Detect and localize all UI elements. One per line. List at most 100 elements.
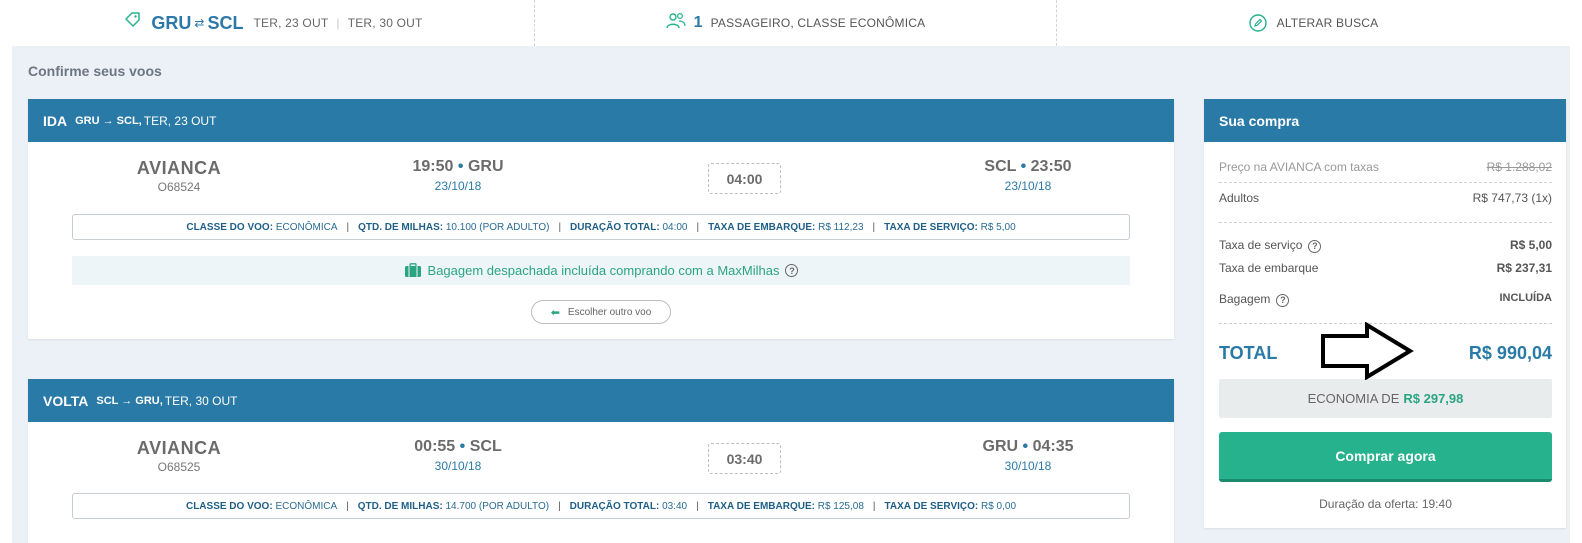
search-dates: TER, 23 OUT | TER, 30 OUT [253, 16, 423, 30]
swap-icon: ⇄ [194, 16, 205, 30]
total-duration-value: 03:40 [662, 500, 688, 512]
suitcase-icon [404, 263, 421, 277]
origin-code: GRU [151, 12, 192, 33]
outbound-flight-card: IDA GRU → SCL, TER, 23 OUT AVIANCA O6852… [28, 99, 1174, 339]
arrival-block: GRU • 04:35 30/10/18 [973, 438, 1083, 473]
destination-code: SCL [207, 12, 244, 33]
flight-number: O68525 [157, 460, 201, 474]
baggage-value: INCLUÍDA [1499, 292, 1552, 304]
buy-now-button[interactable]: Comprar agora [1219, 432, 1552, 482]
pencil-icon [1248, 14, 1267, 32]
flight-details-row: AVIANCA O68525 00:55 • SCL 30/10/18 03:4… [28, 422, 1174, 488]
airline-price-value: R$ 1.288,02 [1486, 160, 1552, 174]
total-label: TOTAL [1219, 343, 1278, 363]
boarding-tax-label: TAXA DE EMBARQUE: [708, 221, 816, 233]
purchase-summary: Sua compra Preço na AVIANCA com taxas R$… [1204, 99, 1566, 528]
airline-block: AVIANCA O68524 [124, 158, 234, 194]
passengers-count: 1 [693, 14, 703, 31]
flight-date: TER, 23 OUT [143, 113, 217, 128]
ticket-icon [125, 12, 141, 27]
departure-block: 19:50 • GRU 23/10/18 [398, 158, 518, 193]
edit-search-label: ALTERAR BUSCA [1276, 16, 1379, 30]
airline-name: AVIANCA [136, 158, 222, 178]
direction-label: IDA [43, 112, 68, 129]
arrival-date: 23/10/18 [1004, 179, 1052, 193]
passengers-icon [665, 12, 686, 29]
class-label: CLASSE DO VOO: [186, 221, 274, 233]
right-arrow-icon [1321, 322, 1414, 380]
baggage-row: Bagagem? INCLUÍDA [1219, 292, 1552, 307]
departure-date: 23/10/18 [434, 179, 482, 193]
departure-time: 19:50 [412, 158, 454, 175]
miles-value: 14.700 (POR ADULTO) [445, 500, 550, 512]
class-label: CLASSE DO VOO: [185, 500, 273, 512]
savings-badge: ECONOMIA DE R$ 297,98 [1219, 379, 1552, 418]
page-title: Confirme seus voos [28, 63, 162, 79]
departure-time: 00:55 [414, 438, 456, 455]
airline-name: AVIANCA [136, 438, 222, 458]
offer-duration: Duração da oferta: 19:40 [1319, 497, 1452, 511]
departure-block: 00:55 • SCL 30/10/18 [398, 438, 518, 473]
search-summary-bar: GRU ⇄ SCL TER, 23 OUT | TER, 30 OUT 1 PASS… [12, 0, 1570, 46]
direction-label: VOLTA [43, 392, 89, 409]
service-tax-label: TAXA DE SERVIÇO: [884, 221, 978, 233]
baggage-text: Bagagem despachada incluída comprando co… [427, 263, 780, 278]
return-flight-card: VOLTA SCL → GRU, TER, 30 OUT AVIANCA O68… [28, 379, 1174, 543]
flight-info-bar: CLASSE DO VOO: ECONÔMICA | QTD. DE MILHA… [72, 214, 1130, 240]
flight-details-row: AVIANCA O68524 19:50 • GRU 23/10/18 04:0… [28, 142, 1174, 208]
arrival-block: SCL • 23:50 23/10/18 [973, 158, 1083, 193]
arrival-time: 23:50 [1030, 158, 1072, 175]
service-tax-row: Taxa de serviço? R$ 5,00 [1219, 238, 1552, 253]
service-tax-label: Taxa de serviço [1219, 238, 1303, 252]
departure-airport: SCL [469, 438, 502, 455]
adults-label: Adultos [1219, 191, 1260, 205]
route-label: GRU → SCL, [75, 114, 142, 127]
passengers-text: PASSAGEIRO, CLASSE ECONÔMICA [710, 16, 926, 30]
route-segment: GRU ⇄ SCL TER, 23 OUT | TER, 30 OUT [12, 0, 535, 46]
choose-other-flight-label: Escolher outro voo [567, 306, 652, 318]
total-value: R$ 990,04 [1468, 343, 1552, 363]
route-label: SCL → GRU, [96, 394, 163, 407]
arrival-time: 04:35 [1032, 438, 1074, 455]
flight-info-bar: CLASSE DO VOO: ECONÔMICA | QTD. DE MILHA… [72, 493, 1130, 519]
outbound-card-header: IDA GRU → SCL, TER, 23 OUT [28, 99, 1174, 142]
boarding-tax-label: Taxa de embarque [1219, 261, 1319, 275]
class-value: ECONÔMICA [275, 221, 338, 233]
savings-label: ECONOMIA DE [1307, 391, 1400, 406]
airline-price-row: Preço na AVIANCA com taxas R$ 1.288,02 [1219, 160, 1552, 174]
help-icon[interactable]: ? [785, 264, 799, 277]
choose-other-flight-button[interactable]: ⬅ Escolher outro voo [531, 300, 671, 324]
edit-search-button[interactable]: ALTERAR BUSCA [1057, 0, 1570, 46]
boarding-tax-value: R$ 112,23 [818, 221, 864, 233]
duration-badge: 04:00 [708, 163, 781, 194]
service-tax-value: R$ 5,00 [1509, 238, 1552, 252]
baggage-info-bar: Bagagem despachada incluída comprando co… [72, 256, 1130, 285]
arrival-airport: SCL [984, 158, 1017, 175]
arrival-airport: GRU [982, 438, 1019, 455]
total-duration-value: 04:00 [662, 221, 688, 233]
miles-value: 10.100 (POR ADULTO) [445, 221, 550, 233]
total-duration-label: DURAÇÃO TOTAL: [570, 221, 660, 233]
boarding-tax-row: Taxa de embarque R$ 237,31 [1219, 261, 1552, 275]
boarding-tax-value: R$ 237,31 [1496, 261, 1552, 275]
miles-label: QTD. DE MILHAS: [357, 500, 443, 512]
boarding-tax-value: R$ 125,08 [817, 500, 864, 512]
arrival-date: 30/10/18 [1004, 459, 1052, 473]
boarding-tax-label: TAXA DE EMBARQUE: [707, 500, 815, 512]
help-icon[interactable]: ? [1308, 239, 1322, 253]
return-card-header: VOLTA SCL → GRU, TER, 30 OUT [28, 379, 1174, 422]
miles-label: QTD. DE MILHAS: [358, 221, 444, 233]
help-icon[interactable]: ? [1276, 293, 1290, 307]
outbound-date: TER, 23 OUT [253, 16, 329, 30]
return-date: TER, 30 OUT [347, 16, 423, 30]
departure-date: 30/10/18 [434, 459, 482, 473]
arrow-left-icon: ⬅ [550, 306, 560, 319]
class-value: ECONÔMICA [275, 500, 338, 512]
flight-date: TER, 30 OUT [164, 393, 238, 408]
service-tax-label: TAXA DE SERVIÇO: [884, 500, 979, 512]
adults-value: R$ 747,73 (1x) [1472, 191, 1552, 205]
summary-title: Sua compra [1204, 99, 1566, 142]
flight-number: O68524 [157, 180, 201, 194]
service-tax-value: R$ 5,00 [980, 221, 1016, 233]
airline-block: AVIANCA O68525 [124, 438, 234, 474]
